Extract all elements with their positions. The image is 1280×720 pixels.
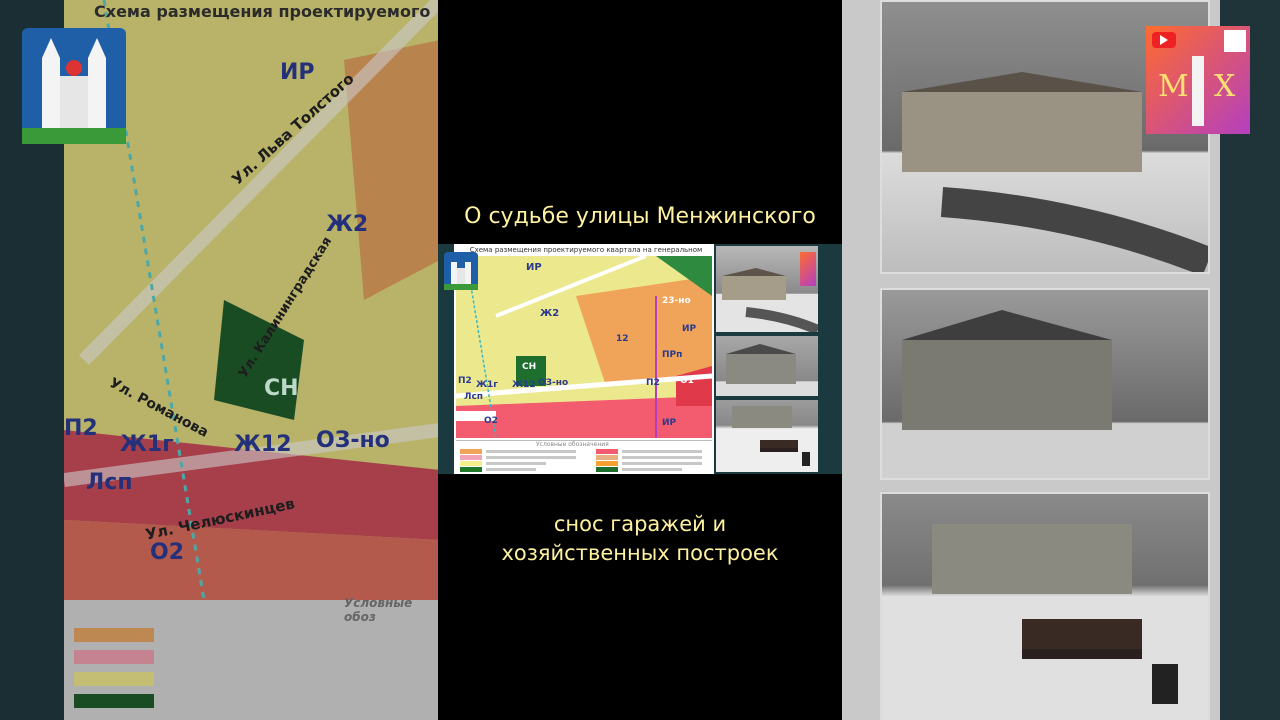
zone-label-lsp: Лсп [86, 470, 133, 495]
map-zone-12: 12 [616, 334, 629, 344]
legend-text-placeholder [486, 450, 576, 453]
map-zone-sn: СН [522, 362, 537, 372]
zone-label-zh12: Ж12 [234, 432, 292, 457]
zoning-map: ИР Ж2 СН Ж12 ОЗ-но Ж1г П2 Лсп О2 ПРп О1 … [456, 256, 712, 438]
map-zone-lsp: Лсп [464, 392, 484, 402]
legend-title: Условные обозначения [536, 441, 609, 448]
coat-of-arms-icon [22, 28, 126, 144]
legend-swatch-zh12 [460, 449, 482, 454]
background-map-heading: Схема размещения проектируемого [94, 2, 431, 21]
map-zone-ir-right: ИР [682, 324, 697, 334]
legend-swatch-orange [596, 461, 618, 466]
zone-label-sn: СН [264, 376, 299, 401]
zone-label-p2: П2 [64, 416, 98, 441]
background-photos-zoom: М Х [840, 0, 1280, 720]
photo-thumbnail-house-street [716, 246, 818, 332]
legend-text-placeholder [486, 456, 576, 459]
legend-text-placeholder [486, 462, 546, 465]
map-zone-oz-no: ОЗ-но [538, 378, 569, 388]
background-photo-3 [880, 492, 1210, 720]
photo-thumbnail-house [716, 336, 818, 396]
zone-label-ir: ИР [280, 60, 315, 85]
map-zone-zh12: Ж12 [512, 380, 536, 390]
video-caption-line-2: хозяйственных построек [501, 541, 779, 565]
svg-text:Х: Х [1214, 69, 1236, 104]
legend-swatch-tan [596, 455, 618, 460]
legend-text-placeholder [622, 450, 702, 453]
map-zone-ir-top: ИР [526, 262, 542, 273]
coat-of-arms-small-icon [444, 252, 478, 290]
photo-thumbnail-bench [716, 400, 818, 472]
video-content-slide: Схема размещения проектируемого квартала… [438, 244, 842, 474]
legend-text-placeholder [622, 468, 682, 471]
map-zone-zh1g: Ж1г [476, 380, 498, 390]
legend-swatch-zh2 [460, 461, 482, 466]
legend-swatch-o1 [460, 467, 482, 472]
map-zone-zh2: Ж2 [540, 308, 560, 319]
map-zone-ir-bottom: ИР [662, 418, 677, 428]
zone-label-oz-no: ОЗ-но [316, 428, 390, 453]
channel-logo-icon: М Х [1146, 26, 1250, 134]
background-legend-title: Условные обоз [344, 596, 413, 624]
map-zone-p2-left: П2 [458, 376, 472, 386]
video-title: О судьбе улицы Менжинского [464, 204, 816, 229]
background-map-zoom: Схема размещения проектируемого ИР Ж2 СН… [0, 0, 440, 720]
map-zone-o1: О1 [680, 376, 694, 386]
map-zone-o2: О2 [484, 416, 498, 426]
legend-swatch-red [596, 449, 618, 454]
zone-label-o2: О2 [150, 540, 185, 565]
video-caption-line-1: снос гаражей и [553, 512, 727, 536]
legend-text-placeholder [622, 456, 702, 459]
zone-label-zh2: Ж2 [326, 212, 369, 237]
map-zone-23-no: 23-но [662, 296, 691, 306]
channel-logo-small-icon [800, 252, 816, 286]
short-video-frame: О судьбе улицы Менжинского Схема размеще… [438, 0, 842, 720]
legend-swatch-green [596, 467, 618, 472]
legend-swatch-public [460, 455, 482, 460]
legend-text-placeholder [486, 468, 536, 471]
legend-text-placeholder [622, 462, 702, 465]
map-legend: Условные обозначения [456, 440, 712, 473]
map-zone-prp: ПРп [662, 350, 683, 360]
map-zone-p2-right: П2 [646, 378, 660, 388]
background-photo-2 [880, 288, 1210, 480]
svg-text:М: М [1158, 69, 1189, 104]
zone-label-zh1g: Ж1г [120, 432, 174, 457]
